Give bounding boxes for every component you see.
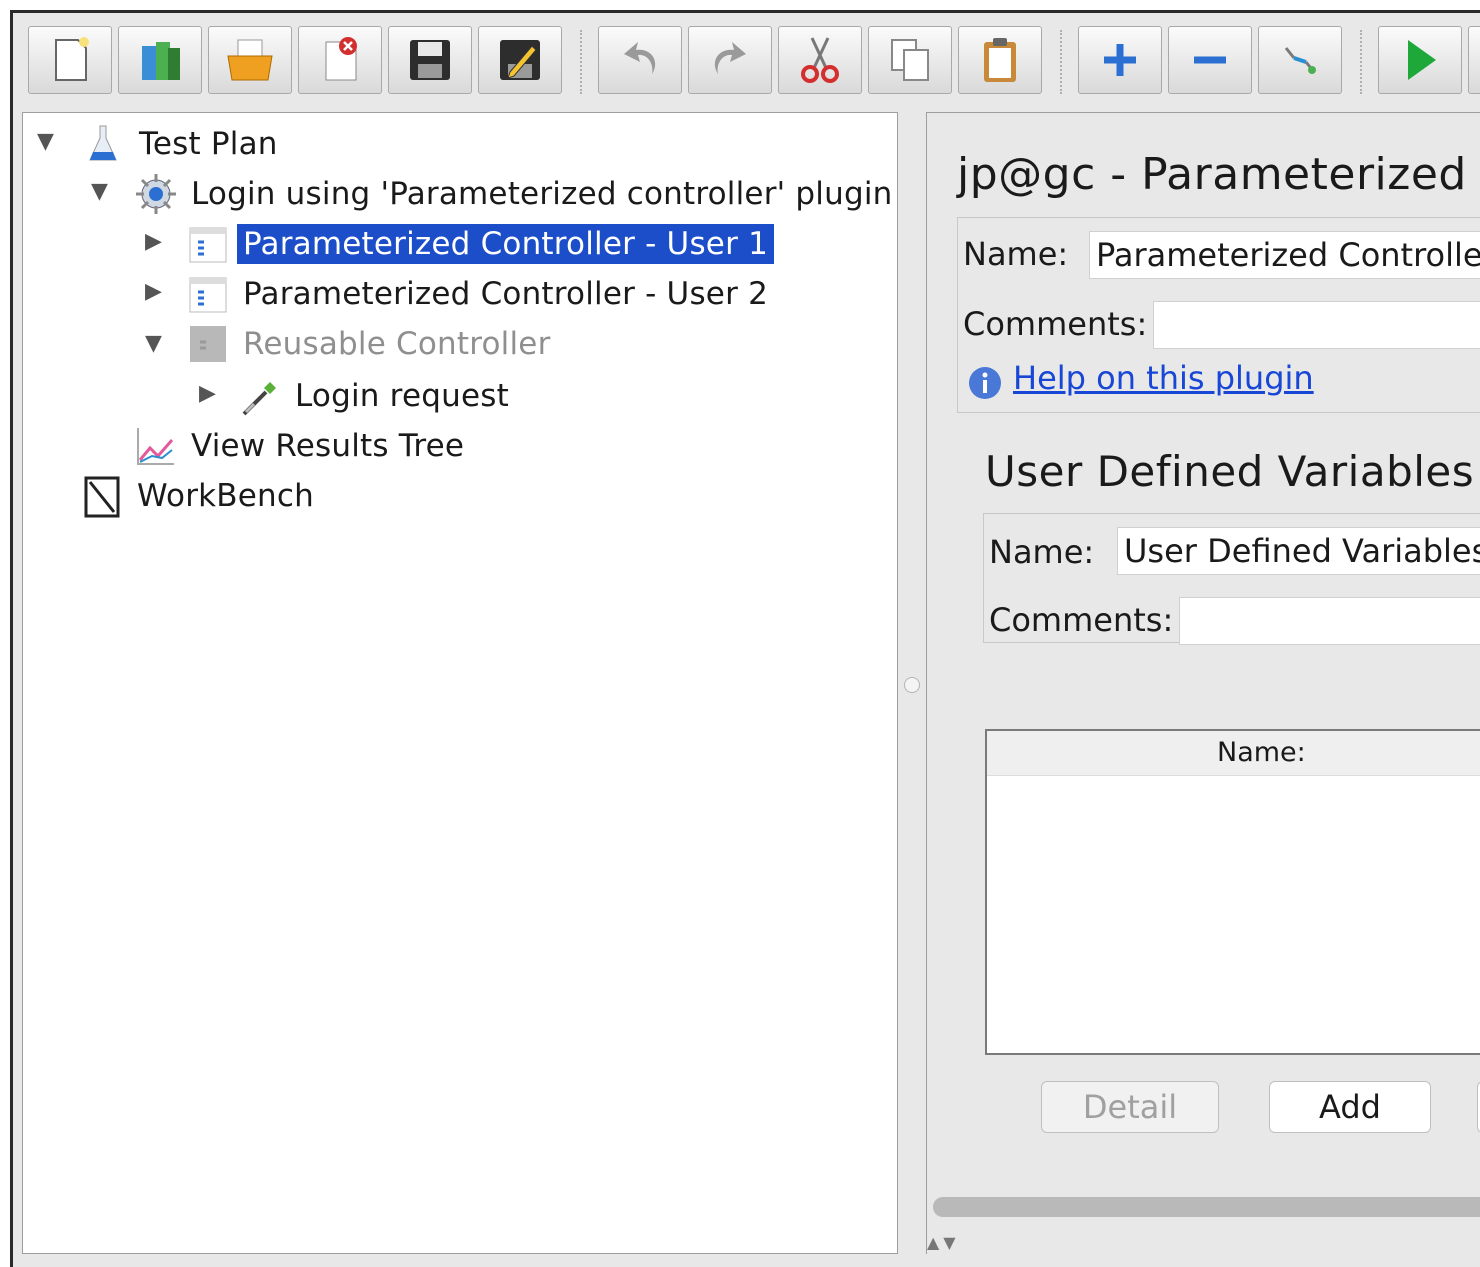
start-button[interactable] [1378, 26, 1462, 94]
paste-button[interactable] [958, 26, 1042, 94]
tree-item-label: WorkBench [137, 478, 314, 514]
thread-group-gear-icon [133, 171, 179, 217]
undo-icon [624, 42, 656, 74]
expand-toggle-controller-user-1[interactable]: ▶ [145, 229, 162, 254]
udv-name-field[interactable]: User Defined Variables [1117, 527, 1480, 575]
expand-toggle-test-plan[interactable]: ▼ [37, 129, 54, 154]
tree-item-controller-user-2[interactable]: Parameterized Controller - User 2 [185, 271, 774, 317]
test-plan-flask-icon [81, 121, 127, 167]
start-icon [1408, 40, 1436, 80]
tree-item-reusable-controller[interactable]: Reusable Controller [185, 321, 557, 367]
tree-item-label: Login request [295, 378, 509, 414]
tree-item-label: Test Plan [139, 126, 278, 162]
controller-config-panel: jp@gc - Parameterized Controller Name: P… [926, 112, 1480, 1254]
toolbar-separator [580, 30, 582, 94]
redo-button[interactable] [688, 26, 772, 94]
scroll-arrows-icon[interactable]: ▲▼ [927, 1233, 960, 1252]
panel-title: jp@gc - Parameterized Controller [957, 149, 1480, 200]
name-label: Name: [963, 235, 1069, 273]
udv-comments-label: Comments: [989, 601, 1174, 639]
disabled-controller-icon [185, 321, 231, 367]
toolbar-separator [1060, 30, 1062, 94]
save-as-button[interactable] [478, 26, 562, 94]
horizontal-scrollbar[interactable] [933, 1197, 1480, 1217]
tree-item-label: Reusable Controller [243, 326, 551, 362]
comments-field[interactable] [1153, 301, 1480, 349]
save-as-icon [500, 40, 540, 80]
paste-icon [984, 38, 1016, 82]
expand-toggle-reusable-controller[interactable]: ▼ [145, 331, 162, 356]
close-icon [325, 37, 357, 81]
cut-icon [801, 37, 839, 83]
tree-item-thread-group[interactable]: Login using 'Parameterized controller' p… [133, 171, 899, 217]
undo-button[interactable] [598, 26, 682, 94]
controller-icon [185, 221, 231, 267]
sampler-pipette-icon [237, 373, 283, 419]
expand-toggle-login-request[interactable]: ▶ [199, 381, 216, 406]
toolbar-overflow-button[interactable] [1468, 26, 1480, 94]
divider-handle[interactable] [904, 677, 920, 693]
comments-label: Comments: [963, 305, 1148, 343]
test-plan-tree: ▼ Test Plan ▼ Login using 'Parameterized… [22, 112, 898, 1254]
toggle-button[interactable] [1258, 26, 1342, 94]
variables-table[interactable]: Name: [985, 729, 1480, 1055]
toolbar [14, 12, 1480, 98]
open-folder-icon [227, 39, 273, 81]
udv-section-title: User Defined Variables [985, 447, 1475, 496]
save-button[interactable] [388, 26, 472, 94]
tree-item-label: Parameterized Controller - User 1 [237, 224, 774, 264]
add-button[interactable]: Add [1269, 1081, 1431, 1133]
expand-all-icon [1104, 44, 1136, 76]
name-field[interactable]: Parameterized Controller - User 1 [1089, 231, 1480, 279]
tree-item-label: Login using 'Parameterized controller' p… [191, 176, 893, 212]
table-header-row: Name: [987, 731, 1480, 776]
toggle-icon [1284, 47, 1316, 74]
templates-button[interactable] [118, 26, 202, 94]
tree-item-login-request[interactable]: Login request [237, 373, 515, 419]
redo-icon [714, 42, 746, 74]
templates-icon [142, 42, 180, 80]
expand-toggle-controller-user-2[interactable]: ▶ [145, 279, 162, 304]
collapse-all-button[interactable] [1168, 26, 1252, 94]
toolbar-separator [1360, 30, 1362, 94]
cut-button[interactable] [778, 26, 862, 94]
save-icon [410, 40, 450, 80]
new-document-button[interactable] [28, 26, 112, 94]
info-icon [969, 367, 1001, 399]
help-link[interactable]: Help on this plugin [1013, 359, 1314, 397]
expand-toggle-thread-group[interactable]: ▼ [91, 179, 108, 204]
column-header-name[interactable]: Name: [1217, 737, 1306, 768]
workbench-icon [79, 473, 125, 519]
expand-all-button[interactable] [1078, 26, 1162, 94]
detail-button[interactable]: Detail [1041, 1081, 1219, 1133]
tree-item-controller-user-1[interactable]: Parameterized Controller - User 1 [185, 221, 774, 267]
copy-icon [891, 39, 929, 81]
tree-item-label: Parameterized Controller - User 2 [243, 276, 768, 312]
listener-graph-icon [133, 423, 179, 469]
udv-name-label: Name: [989, 533, 1095, 571]
new-document-icon [55, 37, 89, 81]
controller-icon [185, 271, 231, 317]
collapse-all-icon [1194, 56, 1226, 64]
split-pane-divider[interactable] [898, 112, 926, 1254]
udv-comments-field[interactable] [1179, 597, 1480, 645]
tree-item-label: View Results Tree [191, 428, 465, 464]
tree-item-test-plan[interactable]: Test Plan [81, 121, 284, 167]
open-button[interactable] [208, 26, 292, 94]
tree-item-workbench[interactable]: WorkBench [79, 473, 320, 519]
copy-button[interactable] [868, 26, 952, 94]
close-button[interactable] [298, 26, 382, 94]
tree-item-view-results-tree[interactable]: View Results Tree [133, 423, 470, 469]
